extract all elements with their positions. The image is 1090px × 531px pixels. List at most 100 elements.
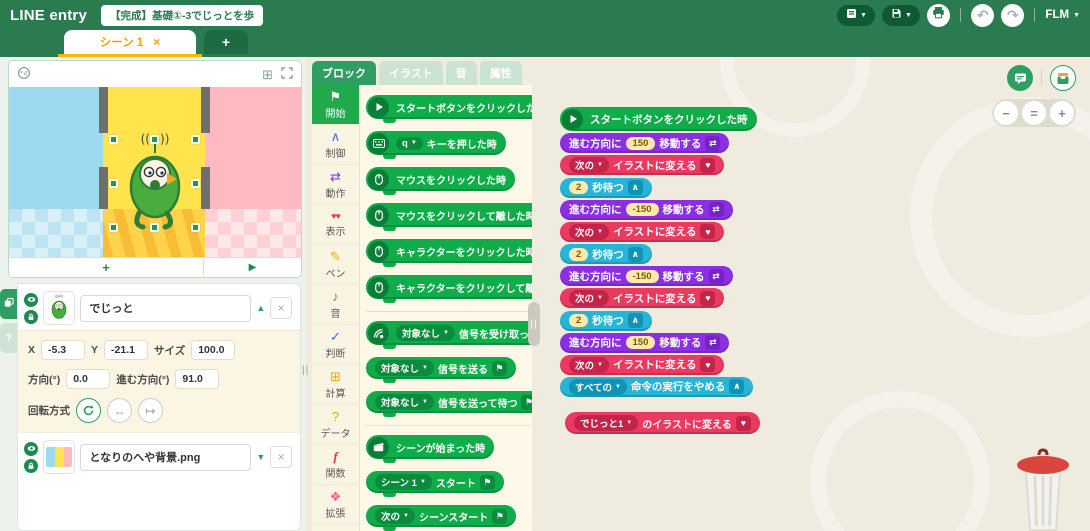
code-block[interactable]: 進む方向に 150 移動する ⇄ <box>560 332 730 353</box>
block-dropdown[interactable]: 次の ▼ <box>569 157 609 173</box>
scene-tab-close-icon[interactable]: × <box>153 35 160 49</box>
file-menu-button[interactable]: ▼ <box>837 4 876 26</box>
tab-sound[interactable]: 音 <box>445 61 477 85</box>
block-dropdown[interactable]: 次の ▼ <box>569 290 609 306</box>
code-block[interactable]: 2 秒待つ ∧ <box>560 244 652 264</box>
block-dropdown[interactable]: でじっと1 ▼ <box>574 415 639 431</box>
palette-resize-handle[interactable]: || <box>528 302 540 346</box>
block-dropdown[interactable]: 対象なし ▼ <box>396 325 455 341</box>
block-box-button[interactable] <box>1050 65 1076 91</box>
background-thumbnail[interactable] <box>43 440 76 474</box>
category-拡張[interactable]: ❖ 拡張 <box>312 485 359 525</box>
objects-tab[interactable] <box>0 289 17 319</box>
code-block[interactable]: シーン 1 ▼ スタート ⚑ <box>366 471 504 493</box>
code-block[interactable]: キャラクターをクリックして離した時 <box>366 275 532 299</box>
zoom-out-button[interactable]: − <box>994 101 1018 125</box>
help-tab[interactable]: ? <box>0 323 17 353</box>
code-block[interactable]: 対象なし ▼ 信号を送って待つ ⚑ <box>366 391 532 413</box>
direction-arrow[interactable] <box>167 173 177 185</box>
code-block[interactable]: 次の ▼ イラストに変える ♥ <box>560 155 725 175</box>
rotation-horizontal-button[interactable]: ↔ <box>107 398 132 423</box>
zoom-in-button[interactable]: + <box>1050 101 1074 125</box>
block-dropdown[interactable]: 対象なし ▼ <box>375 394 434 410</box>
memo-button[interactable] <box>1007 65 1033 91</box>
resize-handle[interactable] <box>150 223 159 232</box>
category-line[interactable]: ● <box>312 525 359 531</box>
code-block[interactable]: 次の ▼ イラストに変える ♥ <box>560 221 725 242</box>
scene-tab-1[interactable]: シーン 1 × <box>64 30 196 54</box>
block-value-input[interactable]: 2 <box>569 181 589 194</box>
code-workspace[interactable]: − = + スタートボタンをクリックした時 進む方向に 150 移動する ⇄ 次の ▼ イラス… <box>532 57 1090 531</box>
code-block[interactable]: 2 秒待つ ∧ <box>560 177 652 198</box>
code-block[interactable]: マウスをクリックした時 <box>366 167 515 191</box>
code-block[interactable]: 次の ▼ イラストに変える ♥ <box>560 288 725 308</box>
resize-handle[interactable] <box>191 135 200 144</box>
lock-toggle[interactable] <box>24 309 38 324</box>
fullscreen-icon[interactable] <box>281 67 293 81</box>
block-dropdown[interactable]: シーン 1 ▼ <box>375 474 432 490</box>
code-block[interactable]: シーンが始まった時 <box>366 435 495 459</box>
add-scene-button[interactable]: + <box>204 30 248 54</box>
code-block[interactable]: 対象なし▼信号を受け取った時 <box>366 321 532 345</box>
add-object-button[interactable]: + <box>9 258 204 277</box>
block-dropdown[interactable]: すべての ▼ <box>569 378 627 395</box>
direction-value-field[interactable]: 0.0 <box>66 369 111 389</box>
code-block[interactable]: マウスをクリックして離した時 <box>366 203 532 227</box>
size-value-field[interactable]: 100.0 <box>191 340 236 360</box>
block-dropdown[interactable]: 対象なし ▼ <box>375 360 434 376</box>
category-計算[interactable]: ⊞ 計算 <box>312 365 359 405</box>
code-block[interactable]: すべての ▼ 命令の実行をやめる ∧ <box>560 376 754 397</box>
save-menu-button[interactable]: ▼ <box>882 4 921 26</box>
grid-icon[interactable]: ⊞ <box>262 68 273 81</box>
background-name-input[interactable] <box>80 443 252 471</box>
code-block[interactable]: スタートボタンをクリックした時 <box>366 95 532 119</box>
category-判断[interactable]: ✓ 判断 <box>312 325 359 365</box>
code-block[interactable]: 対象なし ▼ 信号を送る ⚑ <box>366 357 516 379</box>
visibility-toggle[interactable] <box>24 292 38 307</box>
block-dropdown[interactable]: 次の ▼ <box>569 356 609 373</box>
x-value-field[interactable]: -5.3 <box>41 340 86 360</box>
delete-object-button[interactable]: × <box>270 297 292 319</box>
block-value-input[interactable]: 150 <box>625 136 656 150</box>
code-block[interactable]: 進む方向に -150 移動する ⇄ <box>560 199 733 220</box>
zoom-reset-button[interactable]: = <box>1022 101 1046 125</box>
code-block[interactable]: 次の ▼ イラストに変える ♥ <box>560 354 725 375</box>
resize-handle[interactable] <box>109 135 118 144</box>
code-block[interactable]: 2 秒待つ ∧ <box>560 310 652 331</box>
lock-toggle[interactable] <box>24 458 38 473</box>
tab-illustration[interactable]: イラスト <box>379 61 443 85</box>
rotation-free-button[interactable] <box>76 398 101 423</box>
resize-handle[interactable] <box>191 223 200 232</box>
category-表示[interactable]: ♥♥ 表示 <box>312 205 359 245</box>
category-関数[interactable]: f 関数 <box>312 445 359 485</box>
code-block[interactable]: でじっと1 ▼ のイラストに変える ♥ <box>565 412 760 434</box>
character-sprite[interactable]: ((ω)) <box>117 129 193 233</box>
heading-value-field[interactable]: 91.0 <box>175 369 220 389</box>
tab-attributes[interactable]: 属性 <box>479 61 522 85</box>
code-block[interactable]: 進む方向に -150 移動する ⇄ <box>560 266 733 286</box>
block-value-input[interactable]: 150 <box>625 336 656 349</box>
block-value-input[interactable]: -150 <box>625 203 659 216</box>
visibility-toggle[interactable] <box>24 441 38 456</box>
panel-resize-handle[interactable]: || <box>302 365 309 376</box>
code-block[interactable]: スタートボタンをクリックした時 <box>560 107 757 131</box>
resize-handle[interactable] <box>150 135 159 144</box>
collapse-icon[interactable]: ▲ <box>256 303 265 313</box>
play-button[interactable]: ▶ <box>204 258 301 277</box>
category-制御[interactable]: ∧ 制御 <box>312 125 359 165</box>
resize-handle[interactable] <box>191 179 200 188</box>
line-entry-logo[interactable]: LINE entry <box>10 7 87 24</box>
code-block[interactable]: キャラクターをクリックした時 <box>366 239 532 263</box>
y-value-field[interactable]: -21.1 <box>104 340 149 360</box>
category-動作[interactable]: ⇄ 動作 <box>312 165 359 205</box>
block-dropdown[interactable]: 次の ▼ <box>569 223 609 240</box>
block-dropdown[interactable]: q ▼ <box>396 136 423 150</box>
block-dropdown[interactable]: 次の ▼ <box>375 508 415 524</box>
rotation-none-button[interactable]: ↦ <box>138 398 163 423</box>
resize-handle[interactable] <box>109 223 118 232</box>
block-value-input[interactable]: -150 <box>625 269 659 283</box>
expand-icon[interactable]: ▼ <box>256 452 265 462</box>
category-開始[interactable]: ⚑ 開始 <box>312 85 359 125</box>
delete-background-button[interactable]: × <box>270 446 292 468</box>
block-value-input[interactable]: 2 <box>569 247 589 261</box>
